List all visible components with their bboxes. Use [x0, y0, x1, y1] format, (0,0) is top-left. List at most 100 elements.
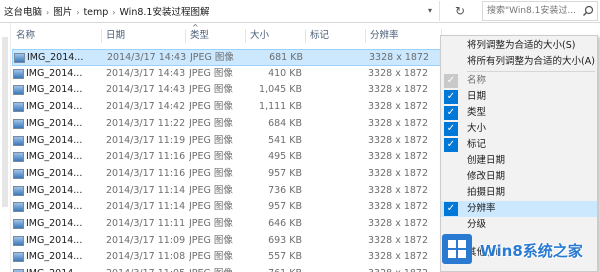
menu-item[interactable]: 将列调整为合适的大小(S) [441, 38, 597, 54]
file-row[interactable]: IMG_2014... 2014/3/17 11:14 JPEG 图像 736 KB 3… [12, 183, 442, 200]
breadcrumb-current-folder[interactable]: Win8.1安装过程图解 [120, 7, 210, 18]
file-row[interactable]: IMG_2014... 2014/3/17 11:11 JPEG 图像 646 KB 3… [12, 216, 442, 233]
file-name: IMG_2014... [26, 218, 83, 229]
menu-item[interactable]: ✓ 大小 [441, 121, 597, 137]
breadcrumb-separator-icon[interactable]: › [72, 8, 83, 17]
file-row[interactable]: IMG_2014... 2014/3/17 14:43 JPEG 图像 410 KB 3… [12, 66, 442, 83]
menu-item-label: 类型 [467, 107, 487, 118]
file-date: 2014/3/17 14:43 [107, 52, 187, 63]
file-name: IMG_2014... [26, 184, 83, 196]
column-header-tags[interactable]: 标记 [306, 25, 366, 47]
search-icon[interactable] [582, 5, 594, 17]
file-row[interactable]: IMG_2014... 2014/3/17 11:22 JPEG 图像 684 KB 3… [12, 116, 442, 133]
file-resolution: 3328 x 1872 [368, 117, 429, 129]
file-row[interactable]: IMG_2014... 2014/3/17 11:16 JPEG 图像 957 KB 3… [12, 166, 442, 183]
menu-item-label: 创建日期 [467, 155, 506, 166]
scrollbar-thumb[interactable] [2, 37, 8, 207]
breadcrumb-separator-icon[interactable]: › [108, 8, 119, 17]
file-row[interactable]: IMG_2014... 2014/3/17 11:16 JPEG 图像 495 KB 3… [12, 149, 442, 166]
image-file-icon [13, 135, 24, 146]
file-name: IMG_2014... [26, 234, 83, 246]
checkmark-icon: ✓ [444, 202, 458, 216]
checkmark-icon: ✓ [444, 74, 458, 88]
file-type: JPEG 图像 [189, 251, 233, 263]
checkmark-icon: ✓ [444, 138, 458, 152]
file-row[interactable]: IMG_2014... 2014/3/17 11:19 JPEG 图像 541 KB 3… [12, 133, 442, 150]
menu-item-label: 修改日期 [467, 171, 506, 182]
file-row[interactable]: IMG_2014... 2014/3/17 14:42 JPEG 图像 1,111 K… [12, 99, 442, 116]
image-file-icon [13, 152, 24, 163]
image-file-icon [13, 185, 24, 196]
menu-item-label: 日期 [467, 91, 487, 102]
menu-item[interactable]: ✓ 分辨率 [441, 201, 597, 217]
address-bar: 这台电脑 › 图片 › temp › Win8.1安装过程图解 ▾ ↻ [0, 0, 600, 23]
file-type: JPEG 图像 [189, 234, 233, 246]
refresh-icon[interactable]: ↻ [439, 1, 480, 21]
image-file-icon [13, 202, 24, 213]
file-row[interactable]: IMG_2014... 2014/3/17 14:43 JPEG 图像 681 KB 3… [12, 49, 442, 66]
menu-item[interactable]: ✓ 标记 [441, 137, 597, 153]
file-name: IMG_2014... [26, 101, 83, 113]
menu-item-label: 标记 [467, 139, 487, 150]
file-size: 957 KB [268, 201, 302, 213]
column-header-type[interactable]: 类型 [186, 25, 246, 47]
file-row[interactable]: IMG_2014... 2014/3/17 11:09 JPEG 图像 693 KB 3… [12, 233, 442, 250]
column-header-name[interactable]: 名称 [12, 25, 102, 47]
menu-item[interactable]: 将所有列调整为合适的大小(A) [441, 54, 597, 70]
search-input[interactable] [487, 5, 579, 17]
windows-logo-icon [442, 234, 472, 264]
menu-item[interactable]: ✓ 类型 [441, 105, 597, 121]
file-type: JPEG 图像 [189, 167, 233, 179]
file-type: JPEG 图像 [189, 218, 233, 229]
file-resolution: 3328 x 1872 [369, 52, 430, 63]
checkmark-icon: ✓ [444, 122, 458, 136]
file-resolution: 3328 x 1872 [368, 101, 429, 113]
breadcrumb-temp[interactable]: temp [83, 7, 108, 18]
menu-item-label: 大小 [467, 123, 487, 134]
menu-item[interactable]: 拍摄日期 [441, 185, 597, 201]
menu-item[interactable]: ✓ 日期 [441, 89, 597, 105]
column-header-resolution[interactable]: 分辨率 [366, 25, 442, 47]
file-size: 761 KB [248, 266, 302, 272]
file-type: JPEG 图像 [189, 184, 233, 196]
breadcrumb-separator-icon[interactable]: › [42, 8, 53, 17]
file-row[interactable]: IMG_2014... 2014/3/17 14:43 JPEG 图像 1,045 K… [12, 82, 442, 99]
file-date: 2014/3/17 11:09 [106, 234, 186, 246]
file-resolution: 3328 x 1872 [368, 234, 429, 246]
navigation-pane-scrollbar[interactable] [0, 23, 11, 272]
image-file-icon [13, 102, 24, 113]
file-date: 2014/3/17 11:19 [106, 134, 186, 146]
column-header-size[interactable]: 大小 [246, 25, 306, 47]
file-date: 2014/3/17 11:16 [106, 167, 186, 179]
menu-separator [467, 71, 595, 72]
file-size: 736 KB [268, 184, 302, 196]
file-name: IMG_2014... [26, 134, 83, 146]
menu-item[interactable]: ✓ 名称 [441, 73, 597, 89]
breadcrumb-pictures[interactable]: 图片 [53, 7, 72, 18]
watermark: Win8系统之家 [440, 228, 600, 272]
file-type: JPEG 图像 [189, 201, 233, 213]
search-box[interactable] [482, 1, 598, 21]
menu-item-label: 分辨率 [467, 203, 496, 214]
column-header-date[interactable]: 日期 [102, 25, 186, 47]
file-size: 957 KB [268, 167, 302, 179]
menu-item[interactable]: 修改日期 [441, 169, 597, 185]
file-row[interactable]: IMG_2014... 2014/3/17 11:14 JPEG 图像 957 KB 3… [12, 199, 442, 216]
file-row[interactable]: IMG_2014... 2014/3/17 11:05JPEG 图像761 KB 3… [12, 266, 442, 272]
file-type: JPEG 图像 [189, 67, 233, 79]
file-date: 2014/3/17 14:43 [106, 67, 186, 79]
file-resolution: 3328 x 1872 [368, 151, 429, 163]
file-resolution: 3328 x 1872 [368, 134, 429, 146]
menu-item[interactable]: 创建日期 [441, 153, 597, 169]
breadcrumb-this-pc[interactable]: 这台电脑 [4, 7, 42, 18]
file-row[interactable]: IMG_2014... 2014/3/17 11:08 JPEG 图像 557 KB 3… [12, 249, 442, 266]
file-name: IMG_2014... [27, 52, 84, 63]
file-size: 693 KB [268, 234, 302, 246]
column-header-row: ^ 名称 日期 类型 大小 标记 分辨率 [12, 23, 452, 47]
file-resolution: 3328 x 1872 [368, 167, 429, 179]
file-date: 2014/3/17 11:14 [106, 201, 186, 213]
file-date: 2014/3/17 14:42 [106, 101, 186, 113]
address-dropdown-icon[interactable]: ▾ [424, 3, 436, 19]
file-resolution: 3328 x 1872 [368, 201, 429, 213]
menu-item-label: 拍摄日期 [467, 187, 506, 198]
